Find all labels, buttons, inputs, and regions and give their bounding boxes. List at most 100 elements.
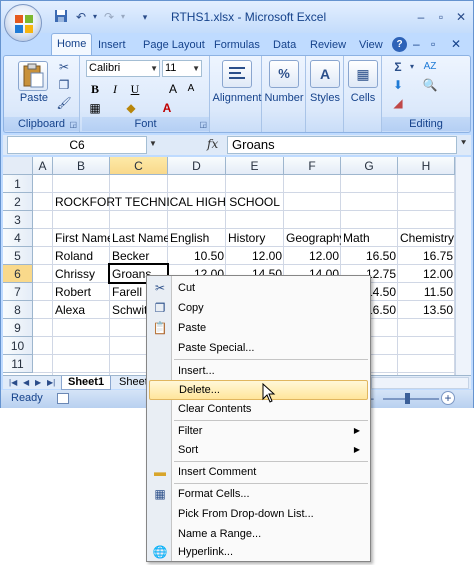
row-header[interactable]: 2 — [3, 193, 33, 211]
cut-icon[interactable]: ✂ — [56, 60, 72, 76]
menu-item-hyperlink[interactable]: 🌐 Hyperlink... — [149, 542, 368, 562]
last-sheet-icon[interactable]: ▶| — [47, 376, 55, 389]
customize-qat-icon[interactable]: ▾ — [137, 9, 153, 25]
tab-page-layout[interactable]: Page Layout — [143, 35, 205, 55]
minimize-icon[interactable]: – — [413, 9, 429, 25]
column-header-h[interactable]: H — [398, 157, 455, 175]
zoom-slider-thumb[interactable] — [405, 393, 410, 404]
cell-h7[interactable]: 11.50 — [398, 283, 455, 301]
menu-item-cut[interactable]: ✂ Cut — [149, 278, 368, 298]
font-launcher-icon[interactable]: ◲ — [199, 120, 207, 129]
cell-b6[interactable]: Chrissy — [53, 265, 110, 283]
menu-item-sort[interactable]: Sort ▶ — [149, 440, 368, 460]
menu-item-delete[interactable]: Delete... — [149, 380, 368, 400]
row-header[interactable]: 3 — [3, 211, 33, 229]
cell-b5[interactable]: Roland — [53, 247, 110, 265]
alignment-button-label[interactable]: Alignment — [210, 92, 264, 104]
chevron-down-icon[interactable]: ▼ — [149, 139, 157, 148]
column-header-e[interactable]: E — [226, 157, 284, 175]
row-header[interactable]: 8 — [3, 301, 33, 319]
cell-d4[interactable]: English — [168, 229, 226, 247]
cell-b8[interactable]: Alexa — [53, 301, 110, 319]
cell-h8[interactable]: 13.50 — [398, 301, 455, 319]
ribbon-close-icon[interactable]: ✕ — [451, 37, 461, 51]
cell-c4[interactable]: Last Name — [110, 229, 168, 247]
zoom-slider[interactable] — [383, 398, 439, 400]
office-button[interactable] — [4, 4, 42, 42]
increase-font-icon[interactable]: A — [164, 80, 182, 98]
prev-sheet-icon[interactable]: ◀ — [23, 376, 29, 389]
row-header[interactable]: 10 — [3, 337, 33, 355]
format-painter-icon[interactable]: 🖌 — [56, 96, 72, 112]
select-all-corner[interactable] — [3, 157, 33, 175]
tab-home[interactable]: Home — [51, 33, 93, 55]
clear-icon[interactable]: ◢ — [390, 96, 406, 112]
help-icon[interactable]: ? — [392, 37, 407, 52]
font-color-icon[interactable]: A — [158, 99, 176, 117]
tab-insert[interactable]: Insert — [98, 35, 126, 55]
tab-review[interactable]: Review — [310, 35, 346, 55]
fill-color-icon[interactable]: ◆ — [122, 99, 140, 117]
row-header[interactable]: 9 — [3, 319, 33, 337]
formula-input[interactable]: Groans — [227, 136, 457, 154]
maximize-icon[interactable]: ▫ — [433, 9, 449, 25]
paste-button-label[interactable]: Paste — [16, 92, 52, 104]
paste-icon[interactable] — [18, 61, 48, 91]
cell-b2[interactable]: ROCKFORT TECHNICAL HIGH SCHOOL — [53, 193, 353, 211]
menu-item-paste[interactable]: 📋 Paste — [149, 318, 368, 338]
italic-icon[interactable]: I — [106, 80, 124, 98]
cell-b4[interactable]: First Name — [53, 229, 110, 247]
menu-item-insert-comment[interactable]: ▬ Insert Comment — [149, 462, 368, 482]
next-sheet-icon[interactable]: ▶ — [35, 376, 41, 389]
menu-item-clear-contents[interactable]: Clear Contents — [149, 399, 368, 419]
close-icon[interactable]: ✕ — [453, 9, 469, 25]
cell-e4[interactable]: History — [226, 229, 284, 247]
number-button-label[interactable]: Number — [262, 92, 306, 104]
menu-item-filter[interactable]: Filter ▶ — [149, 421, 368, 441]
sheet-tab-sheet1[interactable]: Sheet1 — [61, 376, 112, 390]
menu-item-insert[interactable]: Insert... — [149, 361, 368, 381]
underline-icon[interactable]: U — [126, 80, 144, 98]
styles-icon[interactable]: A — [310, 60, 340, 88]
menu-item-name-range[interactable]: Name a Range... — [149, 524, 368, 544]
tab-data[interactable]: Data — [273, 35, 296, 55]
font-name-select[interactable]: Calibri ▼ — [86, 60, 160, 77]
cells-button-label[interactable]: Cells — [344, 92, 382, 104]
row-header[interactable]: 5 — [3, 247, 33, 265]
tab-formulas[interactable]: Formulas — [214, 35, 260, 55]
column-header-f[interactable]: F — [284, 157, 341, 175]
row-header[interactable]: 7 — [3, 283, 33, 301]
decrease-font-icon[interactable]: A — [182, 80, 200, 98]
borders-icon[interactable]: ▦ — [86, 99, 104, 117]
sort-filter-icon[interactable]: AZ — [422, 60, 438, 76]
first-sheet-icon[interactable]: |◀ — [9, 376, 17, 389]
column-header-c[interactable]: C — [110, 157, 168, 175]
insert-function-icon[interactable]: fx — [207, 137, 218, 151]
zoom-in-icon[interactable]: + — [441, 391, 455, 405]
clipboard-launcher-icon[interactable]: ◲ — [69, 120, 77, 129]
font-size-select[interactable]: 11 ▼ — [162, 60, 202, 77]
percent-icon[interactable]: % — [269, 60, 299, 88]
fill-icon[interactable]: ⬇ — [390, 78, 406, 94]
tab-view[interactable]: View — [359, 35, 383, 55]
menu-item-pick-from-list[interactable]: Pick From Drop-down List... — [149, 504, 368, 524]
row-header[interactable]: 1 — [3, 175, 33, 193]
column-header-b[interactable]: B — [53, 157, 110, 175]
macro-record-icon[interactable] — [57, 393, 69, 404]
row-header[interactable]: 11 — [3, 355, 33, 373]
ribbon-restore-icon[interactable]: ▫ — [431, 37, 435, 51]
vertical-scrollbar[interactable] — [455, 157, 471, 375]
cell-g4[interactable]: Math — [341, 229, 398, 247]
menu-item-copy[interactable]: ❐ Copy — [149, 298, 368, 318]
cell-h6[interactable]: 12.00 — [398, 265, 455, 283]
column-header-d[interactable]: D — [168, 157, 226, 175]
cell-h4[interactable]: Chemistry — [398, 229, 455, 247]
find-select-icon[interactable]: 🔍 — [422, 78, 438, 94]
cell-d5[interactable]: 10.50 — [168, 247, 226, 265]
name-box[interactable]: C6 — [7, 136, 147, 154]
cell-f5[interactable]: 12.00 — [284, 247, 341, 265]
bold-icon[interactable]: B — [86, 80, 104, 98]
styles-button-label[interactable]: Styles — [306, 92, 344, 104]
row-header[interactable]: 6 — [3, 265, 33, 283]
copy-icon[interactable]: ❐ — [56, 78, 72, 94]
